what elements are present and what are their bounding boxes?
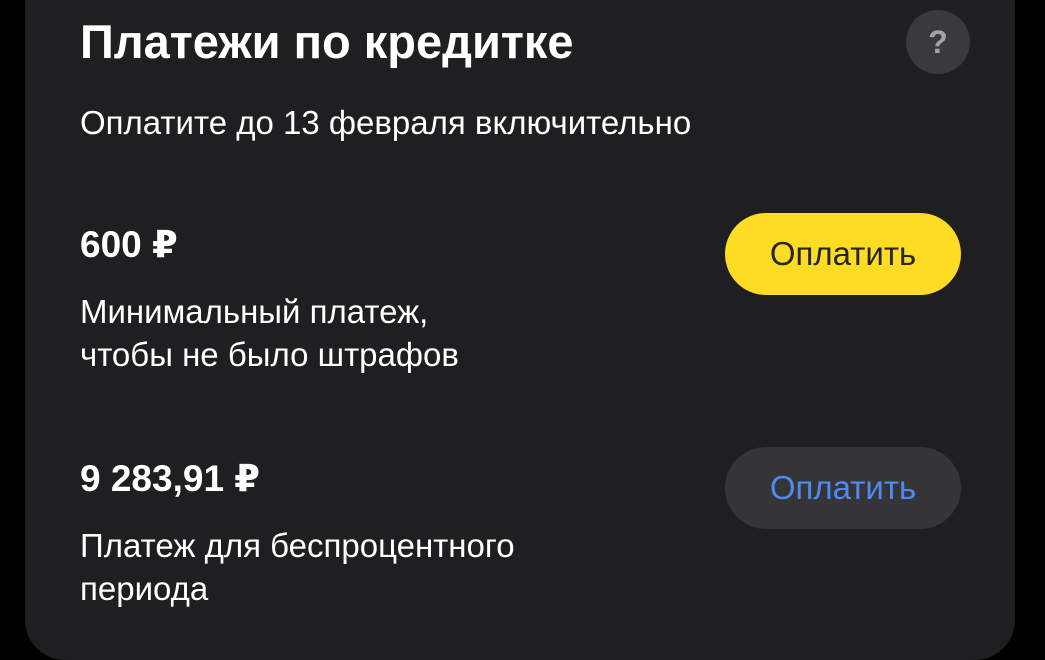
minimum-payment-description-line2: чтобы не было штрафов <box>80 336 459 373</box>
minimum-payment-description-line1: Минимальный платеж, <box>80 293 429 330</box>
page-title: Платежи по кредитке <box>80 15 574 68</box>
minimum-payment-amount: 600 ₽ <box>80 224 178 265</box>
help-button[interactable]: ? <box>906 10 970 74</box>
grace-period-payment-description-line2: периода <box>80 570 209 607</box>
pay-minimum-button[interactable]: Оплатить <box>725 213 961 295</box>
minimum-payment-description: Минимальный платеж, чтобы не было штрафо… <box>80 290 640 376</box>
due-date-text: Оплатите до 13 февраля включительно <box>80 104 692 141</box>
pay-grace-period-button[interactable]: Оплатить <box>725 447 961 529</box>
grace-period-payment-amount: 9 283,91 ₽ <box>80 458 261 499</box>
question-mark-icon: ? <box>928 24 948 60</box>
grace-period-payment-description-line1: Платеж для беспроцентного <box>80 527 515 564</box>
grace-period-payment-description: Платеж для беспроцентного периода <box>80 524 640 610</box>
